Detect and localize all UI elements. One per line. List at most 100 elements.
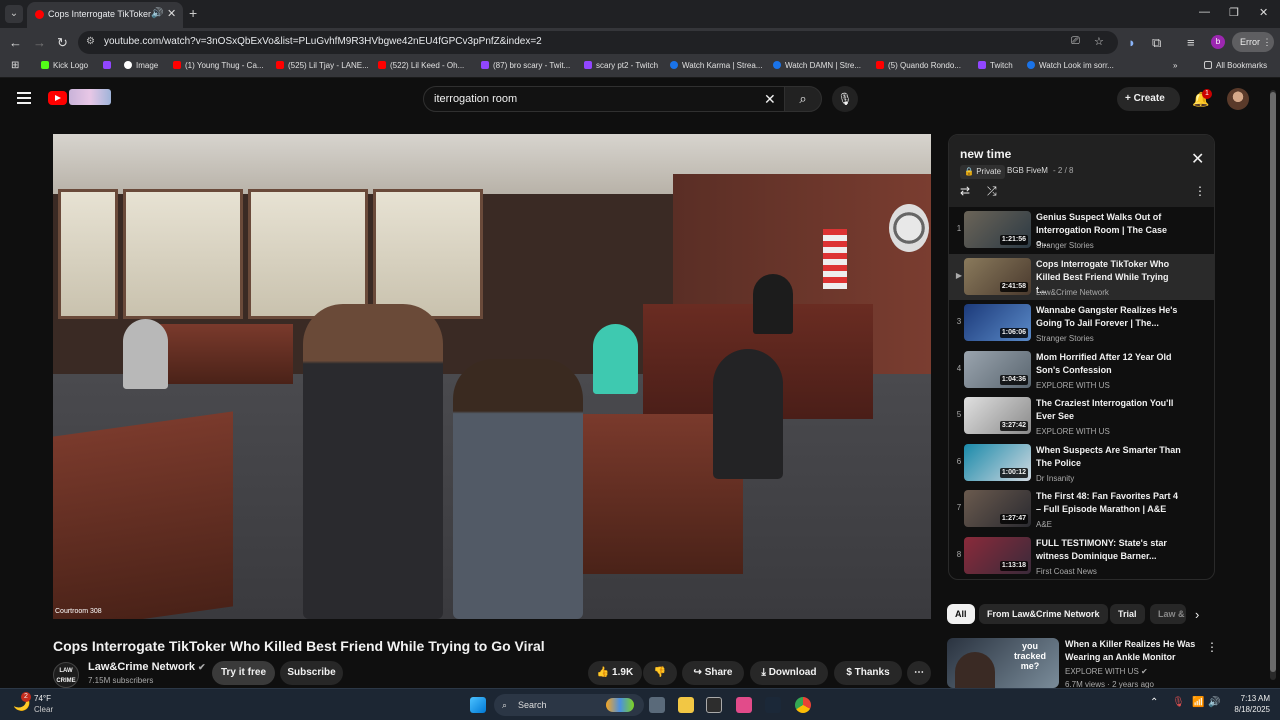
clock-date[interactable]: 8/18/2025 bbox=[1222, 705, 1270, 714]
playlist-item-thumbnail[interactable]: 3:27:42 bbox=[964, 397, 1031, 434]
reload-icon[interactable]: ↻ bbox=[57, 35, 68, 51]
playlist-item-thumbnail[interactable]: 2:41:58 bbox=[964, 257, 1031, 295]
bookmarks-overflow-icon[interactable]: » bbox=[1173, 61, 1177, 70]
close-tab-icon[interactable]: ✕ bbox=[167, 7, 176, 20]
thanks-button[interactable]: $ Thanks bbox=[834, 661, 902, 685]
recommendation-more-icon[interactable]: ⋮ bbox=[1206, 640, 1218, 654]
playlist-item-thumbnail[interactable]: 1:06:06 bbox=[964, 304, 1031, 341]
share-button[interactable]: ↪ Share bbox=[682, 661, 744, 685]
minimize-icon[interactable]: — bbox=[1199, 6, 1210, 18]
channel-name-text[interactable]: Law&Crime Network bbox=[88, 661, 195, 673]
youtube-logo-icon[interactable] bbox=[48, 91, 67, 105]
forward-icon[interactable]: → bbox=[33, 35, 46, 50]
like-button[interactable]: 👍 1.9K bbox=[588, 661, 642, 685]
video-player[interactable]: Courtroom 308 bbox=[53, 134, 931, 619]
app-icon[interactable] bbox=[736, 697, 752, 713]
maximize-icon[interactable]: ❐ bbox=[1229, 6, 1239, 19]
bookmark-item[interactable]: (87) bro scary - Twit... bbox=[481, 61, 570, 70]
close-window-icon[interactable]: ✕ bbox=[1259, 6, 1268, 19]
app-icon[interactable] bbox=[706, 697, 722, 713]
search-input[interactable]: iterrogation room ✕ bbox=[423, 86, 785, 112]
playlist-item-title[interactable]: Mom Horrified After 12 Year Old Son's Co… bbox=[1036, 351, 1181, 377]
playlist-item[interactable]: 5 3:27:42 The Craziest Interrogation You'l… bbox=[949, 393, 1214, 439]
download-button[interactable]: ⤓ Download bbox=[750, 661, 828, 685]
bookmark-item[interactable]: (525) Lil Tjay - LANE... bbox=[276, 61, 369, 70]
microphone-icon[interactable]: 🎙 bbox=[1172, 697, 1185, 708]
recommendation-thumbnail[interactable]: you tracked me? bbox=[947, 638, 1059, 688]
bookmark-item[interactable]: Image bbox=[124, 61, 158, 70]
steam-icon[interactable] bbox=[765, 697, 781, 713]
clear-search-icon[interactable]: ✕ bbox=[764, 91, 776, 108]
clock-time[interactable]: 7:13 AM bbox=[1228, 694, 1270, 703]
close-playlist-icon[interactable]: ✕ bbox=[1191, 149, 1204, 169]
playlist-item-title[interactable]: Wannabe Gangster Realizes He's Going To … bbox=[1036, 304, 1181, 330]
shuffle-icon[interactable]: ⤮ bbox=[987, 184, 997, 199]
playlist-item-title[interactable]: The First 48: Fan Favorites Part 4 – Ful… bbox=[1036, 490, 1181, 516]
chips-next-icon[interactable]: › bbox=[1195, 607, 1199, 622]
bookmark-item[interactable]: Watch DAMN | Stre... bbox=[773, 61, 861, 70]
voice-search-button[interactable]: 🎙 bbox=[832, 86, 858, 112]
profile-avatar[interactable]: b bbox=[1211, 35, 1225, 49]
more-actions-icon[interactable]: ⋯ bbox=[907, 661, 931, 685]
chip-trial[interactable]: Trial bbox=[1110, 604, 1145, 624]
search-query[interactable]: iterrogation room bbox=[434, 93, 517, 105]
search-button[interactable]: ⌕ bbox=[784, 86, 822, 112]
bookmark-item[interactable]: Twitch bbox=[978, 61, 1013, 70]
bookmark-item[interactable]: (5) Quando Rondo... bbox=[876, 61, 961, 70]
back-icon[interactable]: ← bbox=[9, 35, 22, 50]
extension-audio-icon[interactable]: ◗ bbox=[1128, 35, 1136, 50]
create-button[interactable]: + Create bbox=[1117, 87, 1180, 111]
playlist-owner[interactable]: BGB FiveM bbox=[1007, 166, 1048, 175]
taskbar-search[interactable]: ⌕ Search bbox=[494, 694, 644, 716]
audio-playing-icon[interactable]: 🔊 bbox=[151, 8, 163, 19]
playlist-title[interactable]: new time bbox=[960, 147, 1011, 161]
chrome-icon[interactable] bbox=[795, 697, 811, 713]
recommendation-title[interactable]: When a Killer Realizes He Was Wearing an… bbox=[1065, 638, 1200, 664]
loop-icon[interactable]: ⇄ bbox=[960, 184, 970, 198]
menu-icon[interactable] bbox=[17, 92, 31, 104]
playlist-item[interactable]: 3 1:06:06 Wannabe Gangster Realizes He's G… bbox=[949, 300, 1214, 346]
all-bookmarks[interactable]: All Bookmarks bbox=[1204, 61, 1267, 70]
start-windows-icon[interactable] bbox=[470, 697, 486, 713]
site-info-icon[interactable]: ⚙ bbox=[86, 36, 95, 47]
channel-name[interactable]: Law&Crime Network ✔ bbox=[88, 661, 206, 673]
tab-search-dropdown[interactable]: ⌄ bbox=[5, 5, 23, 23]
cast-icon[interactable]: ⎚ bbox=[1071, 35, 1080, 48]
bookmark-item[interactable]: (522) Lil Keed - Oh... bbox=[378, 61, 464, 70]
file-explorer-icon[interactable] bbox=[678, 697, 694, 713]
subscribe-button[interactable]: Subscribe bbox=[280, 661, 343, 685]
playlist-item-thumbnail[interactable]: 1:00:12 bbox=[964, 443, 1031, 481]
bookmark-item[interactable]: Watch Look im sorr... bbox=[1027, 61, 1114, 70]
recommendation-channel[interactable]: EXPLORE WITH US ✔ bbox=[1065, 667, 1148, 676]
playlist-more-icon[interactable]: ⋮ bbox=[1194, 184, 1206, 198]
recommendation-channel-text[interactable]: EXPLORE WITH US bbox=[1065, 667, 1139, 676]
dislike-button[interactable]: 👎 bbox=[643, 661, 677, 685]
playlist-item-title[interactable]: The Craziest Interrogation You'll Ever S… bbox=[1036, 397, 1181, 423]
page-scrollbar-thumb[interactable] bbox=[1270, 92, 1276, 672]
try-free-button[interactable]: Try it free bbox=[212, 661, 275, 685]
playlist-item-thumbnail[interactable]: 1:04:36 bbox=[964, 350, 1031, 388]
reading-list-icon[interactable]: ≡ bbox=[1187, 35, 1195, 50]
chip-law[interactable]: Law & bbox=[1150, 604, 1186, 624]
bookmark-item[interactable]: Kick Logo bbox=[41, 61, 88, 70]
playlist-item[interactable]: 4 1:04:36 Mom Horrified After 12 Year Old … bbox=[949, 347, 1214, 393]
tray-overflow-icon[interactable]: ⌃ bbox=[1150, 697, 1158, 708]
playlist-item-title[interactable]: When Suspects Are Smarter Than The Polic… bbox=[1036, 444, 1181, 470]
address-bar[interactable]: ⚙ youtube.com/watch?v=3nOSxQbExVo&list=P… bbox=[78, 31, 1118, 54]
bookmark-item[interactable]: (1) Young Thug - Ca... bbox=[173, 61, 264, 70]
playlist-item[interactable]: 6 1:00:12 When Suspects Are Smarter Than T… bbox=[949, 440, 1214, 486]
bookmark-item[interactable]: Watch Karma | Strea... bbox=[670, 61, 762, 70]
playlist-item[interactable]: 1 1:21:56 Genius Suspect Walks Out of Inte… bbox=[949, 207, 1214, 253]
weather-condition[interactable]: Clear bbox=[34, 705, 53, 714]
playlist-item-thumbnail[interactable]: 1:13:18 bbox=[964, 536, 1031, 574]
wifi-icon[interactable]: 📶 bbox=[1192, 697, 1204, 708]
apps-grid-icon[interactable]: ⊞ bbox=[11, 60, 19, 71]
playlist-item-title[interactable]: FULL TESTIMONY: State's star witness Dom… bbox=[1036, 537, 1181, 563]
error-button[interactable]: Error ⋮ bbox=[1232, 32, 1274, 52]
playlist-item-thumbnail[interactable]: 1:27:47 bbox=[964, 490, 1031, 527]
account-avatar[interactable] bbox=[1227, 88, 1249, 110]
bookmark-star-icon[interactable]: ☆ bbox=[1094, 35, 1104, 48]
bookmark-item[interactable] bbox=[103, 61, 115, 70]
playlist-item[interactable]: 7 1:27:47 The First 48: Fan Favorites Part… bbox=[949, 486, 1214, 532]
channel-avatar[interactable]: LAW CRIME bbox=[53, 662, 79, 688]
